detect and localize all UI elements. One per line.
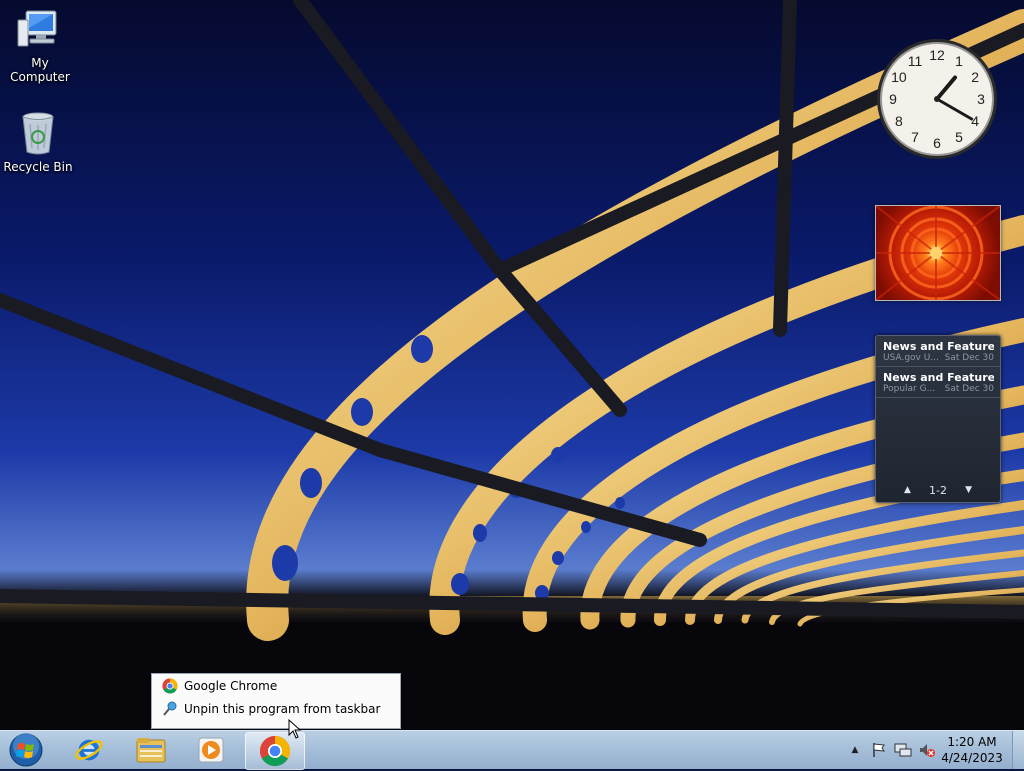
mouse-cursor-icon bbox=[288, 719, 302, 739]
clock-numeral: 11 bbox=[908, 53, 923, 69]
clock-numeral: 9 bbox=[889, 91, 897, 107]
network-icon[interactable] bbox=[894, 741, 912, 759]
clock-numeral: 10 bbox=[891, 69, 907, 85]
desktop-icon-label: Recycle Bin bbox=[3, 160, 73, 174]
clock-numeral: 5 bbox=[955, 129, 963, 145]
desktop-wallpaper bbox=[0, 0, 1024, 730]
clock-numeral: 3 bbox=[977, 91, 985, 107]
desktop-icon-recycle-bin[interactable]: Recycle Bin bbox=[0, 110, 78, 174]
clock-face: 12 12 3 45678 9 1011 bbox=[877, 39, 997, 159]
previous-page-icon[interactable]: ▲ bbox=[904, 485, 911, 495]
taskbar-windows-explorer[interactable] bbox=[122, 732, 180, 768]
jumplist-item-label: Google Chrome bbox=[184, 678, 278, 693]
notification-area: ▲ bbox=[846, 731, 942, 769]
feed-item-source: USA.gov U... bbox=[883, 353, 939, 363]
folder-icon bbox=[136, 738, 166, 763]
slideshow-gadget[interactable] bbox=[875, 205, 1001, 301]
feed-pager: ▲ 1-2 ▼ bbox=[904, 482, 972, 498]
clock-numeral: 2 bbox=[971, 69, 979, 85]
volume-muted-icon[interactable] bbox=[918, 741, 936, 759]
clock-numeral: 6 bbox=[933, 135, 941, 151]
wallpaper-bridge-art bbox=[0, 0, 1024, 730]
jumplist-item-label: Unpin this program from taskbar bbox=[184, 701, 381, 716]
taskbar-clock[interactable]: 1:20 AM 4/24/2023 bbox=[940, 734, 1004, 766]
feed-item[interactable]: News and Features f... Popular G... Sat … bbox=[876, 367, 1000, 398]
desktop-icon-label: My Computer bbox=[10, 56, 70, 84]
show-desktop-button[interactable] bbox=[1012, 731, 1024, 769]
desktop-icon-my-computer[interactable]: My Computer bbox=[0, 8, 80, 84]
flower-photo bbox=[876, 206, 1000, 300]
taskbar-internet-explorer[interactable] bbox=[60, 732, 118, 768]
action-center-flag-icon[interactable] bbox=[870, 741, 888, 759]
unpin-icon bbox=[162, 701, 178, 717]
clock-numeral: 8 bbox=[895, 113, 903, 129]
clock-numeral: 7 bbox=[911, 129, 919, 145]
ie-icon bbox=[75, 739, 103, 761]
feed-item-source: Popular G... bbox=[883, 384, 936, 394]
computer-icon bbox=[17, 10, 57, 47]
clock-numeral: 12 bbox=[929, 47, 945, 63]
clock-date: 4/24/2023 bbox=[941, 751, 1003, 765]
media-player-icon bbox=[198, 737, 224, 763]
feed-item-title: News and Features f... bbox=[883, 371, 994, 384]
taskbar: ▲ 1:20 AM 4/24/2023 bbox=[0, 730, 1024, 770]
clock-gadget[interactable]: 12 1 2 3 4 5 6 7 8 9 10 11 bbox=[874, 36, 1000, 162]
taskbar-media-player[interactable] bbox=[182, 732, 240, 768]
recycle-bin-icon bbox=[22, 112, 54, 155]
feed-item-date: Sat Dec 30 bbox=[944, 353, 994, 363]
clock-numeral: 4 bbox=[971, 113, 979, 129]
feed-item-date: Sat Dec 30 bbox=[944, 384, 994, 394]
windows-start-orb-icon bbox=[9, 733, 43, 767]
feed-item[interactable]: News and Features f... USA.gov U... Sat … bbox=[876, 336, 1000, 367]
feed-headlines-gadget[interactable]: News and Features f... USA.gov U... Sat … bbox=[875, 335, 1001, 503]
chrome-icon bbox=[259, 736, 291, 767]
chrome-icon bbox=[162, 678, 178, 694]
feed-page-indicator: 1-2 bbox=[929, 483, 947, 497]
jumplist-item-unpin[interactable]: Unpin this program from taskbar bbox=[152, 697, 400, 720]
show-hidden-icon[interactable]: ▲ bbox=[846, 741, 864, 759]
taskbar-jump-list: Google Chrome Unpin this program from ta… bbox=[151, 673, 401, 729]
next-page-icon[interactable]: ▼ bbox=[965, 485, 972, 495]
jumplist-item-open-chrome[interactable]: Google Chrome bbox=[152, 674, 400, 697]
feed-item-title: News and Features f... bbox=[883, 340, 994, 353]
clock-numeral: 1 bbox=[955, 53, 963, 69]
start-button[interactable] bbox=[6, 733, 46, 767]
clock-time: 1:20 AM bbox=[947, 735, 997, 749]
